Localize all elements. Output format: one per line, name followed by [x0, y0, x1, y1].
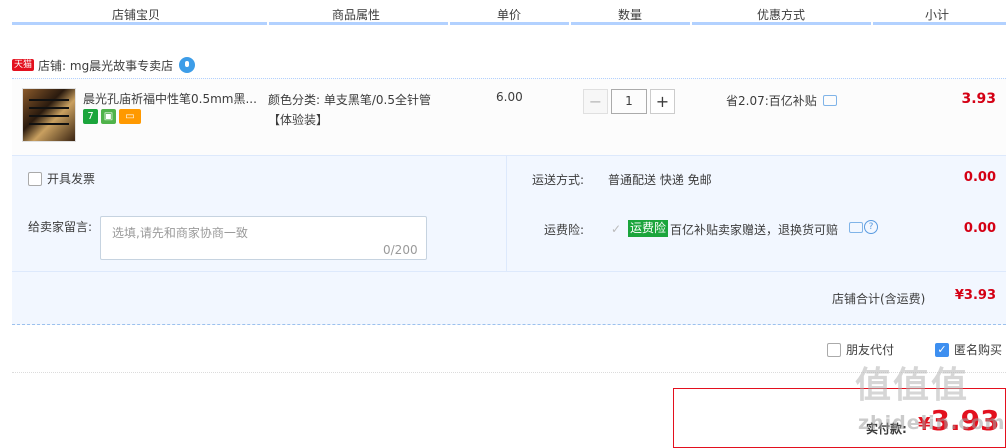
quantity-stepper: − 1 +: [583, 89, 675, 114]
seller-note-counter: 0/200: [383, 243, 418, 257]
discount-text: 省2.07:百亿补贴: [726, 94, 817, 108]
product-attributes: 颜色分类: 单支黑笔/0.5全针管 【体验装】: [268, 90, 431, 130]
col-bar: [12, 22, 267, 25]
shop-name-link[interactable]: 店铺: mg晨光故事专卖店: [38, 57, 173, 74]
col-bar: [692, 22, 871, 25]
watermark: 值值值: [855, 365, 970, 406]
product-title-link[interactable]: 晨光孔庙祈福中性笔0.5mm黑...: [83, 90, 263, 107]
help-icon[interactable]: ?: [864, 220, 878, 234]
insurance-description: 百亿补贴卖家赠送，退换货可赔: [670, 223, 839, 237]
guarantee-icon[interactable]: ▣: [101, 109, 116, 124]
insurance-amount: 0.00: [963, 221, 996, 236]
store-total-label: 店铺合计(含运费): [832, 292, 926, 306]
options-divider: [506, 155, 507, 271]
discount-info: 省2.07:百亿补贴: [726, 92, 837, 109]
item-subtotal: 3.93: [961, 91, 996, 107]
invoice-label: 开具发票: [47, 172, 96, 186]
attr-pack: 【体验装】: [268, 113, 329, 127]
invoice-option[interactable]: 开具发票: [28, 170, 95, 187]
insurance-tag: 运费险: [628, 220, 669, 237]
insurance-label: 运费险:: [544, 223, 585, 237]
shipping-label: 运送方式:: [532, 173, 585, 187]
tmall-badge: 天猫: [12, 59, 35, 71]
service-badges: 7 ▣ ▭: [83, 109, 141, 124]
watermark-url: zhidelin.com: [858, 412, 1006, 434]
col-header-quantity: 数量: [618, 8, 643, 22]
col-bar: [873, 22, 1006, 25]
seven-day-return-icon[interactable]: 7: [83, 109, 98, 124]
insurance-help: ?: [849, 220, 878, 234]
attr-color: 颜色分类: 单支黑笔/0.5全针管: [268, 93, 431, 107]
col-header-discount: 优惠方式: [757, 8, 806, 22]
col-bar: [269, 22, 448, 25]
column-header: 店铺宝贝 商品属性 单价 数量 优惠方式 小计: [0, 0, 1006, 28]
col-header-attributes: 商品属性: [332, 8, 381, 22]
quantity-input[interactable]: 1: [611, 89, 647, 114]
discount-detail-icon[interactable]: [822, 95, 837, 106]
shipping-amount: 0.00: [963, 170, 996, 185]
product-thumbnail[interactable]: [22, 88, 76, 142]
shipping-method[interactable]: 普通配送 快递 免邮: [608, 171, 712, 188]
friend-pay-checkbox[interactable]: [827, 342, 841, 357]
quantity-minus-button[interactable]: −: [583, 89, 608, 114]
anonymous-checkbox[interactable]: ✓: [935, 342, 949, 357]
quantity-plus-button[interactable]: +: [650, 89, 675, 114]
shop-line: 天猫 店铺: mg晨光故事专卖店: [12, 55, 196, 75]
note-label: 给卖家留言:: [28, 220, 93, 234]
col-bar: [571, 22, 690, 25]
seller-note-placeholder: 选填,请先和商家协商一致: [112, 226, 248, 240]
insurance-checkbox: ✓: [610, 222, 622, 236]
col-header-unit-price: 单价: [497, 8, 522, 22]
invoice-checkbox[interactable]: [28, 171, 42, 186]
chat-bubble-icon[interactable]: [849, 221, 863, 233]
col-bar: [450, 22, 569, 25]
chat-seller-icon[interactable]: [179, 57, 196, 73]
unit-price: 6.00: [496, 90, 523, 104]
col-header-shop-item: 店铺宝贝: [112, 8, 161, 22]
col-header-subtotal: 小计: [925, 8, 950, 22]
store-total-amount: ¥3.93: [954, 288, 996, 303]
credit-card-icon[interactable]: ▭: [119, 109, 141, 124]
